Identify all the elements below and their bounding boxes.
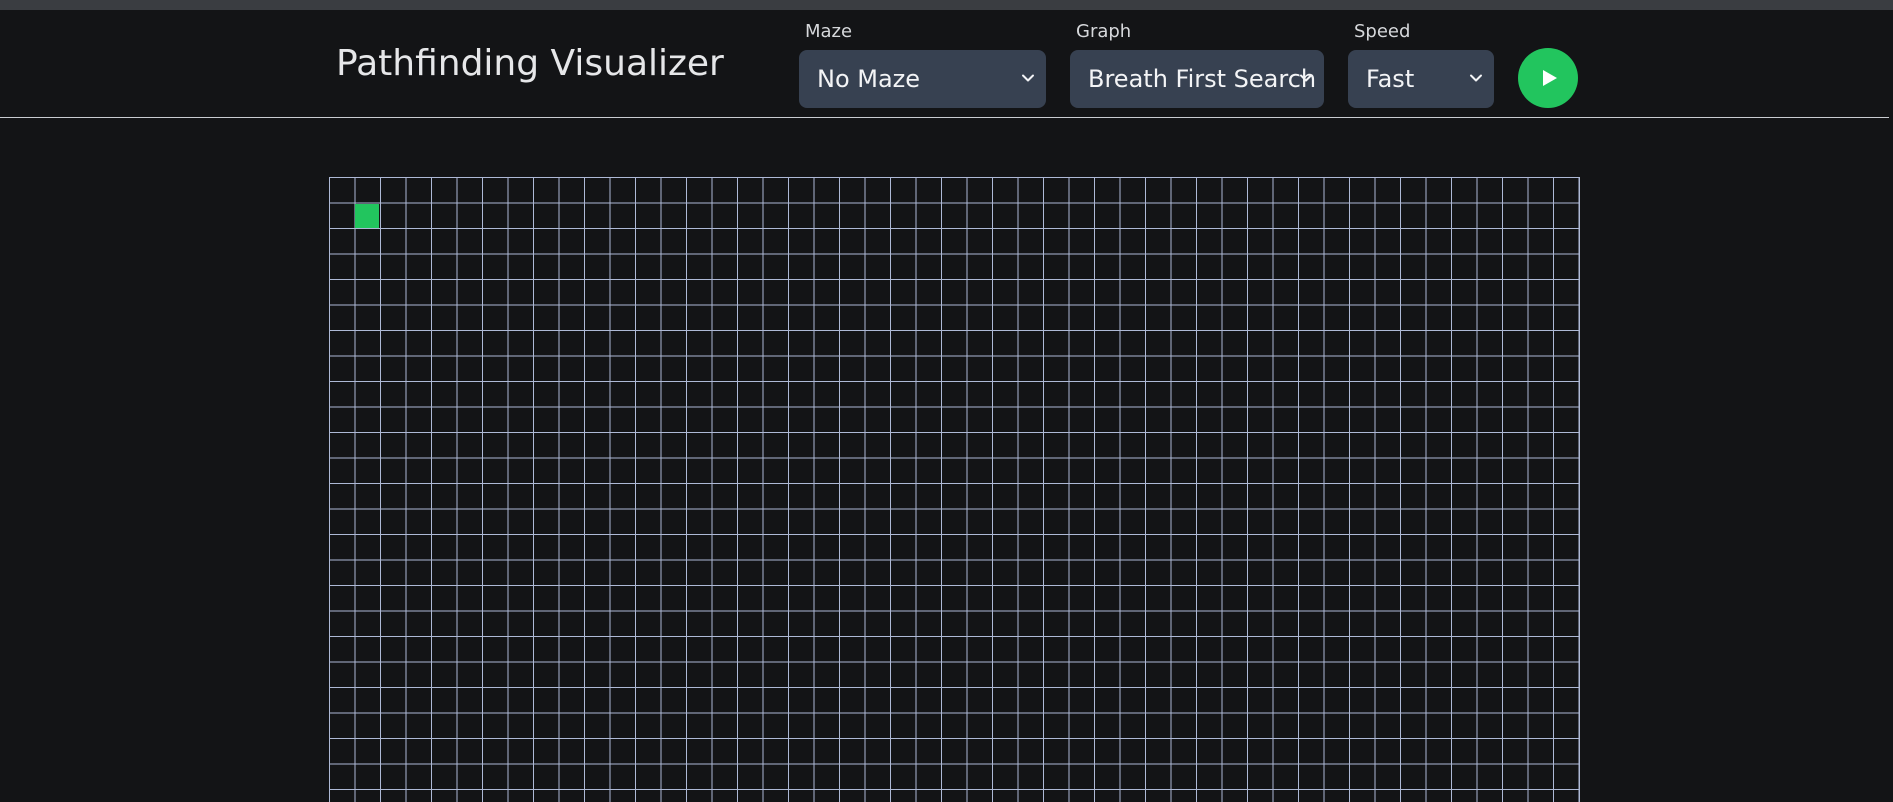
speed-label: Speed <box>1354 21 1411 42</box>
window-top-strip <box>0 0 1893 10</box>
speed-select[interactable]: Fast <box>1348 50 1494 108</box>
navbar: Pathfinding Visualizer Maze No Maze Grap… <box>0 10 1889 118</box>
graph-select-value: Breath First Search <box>1088 65 1317 93</box>
maze-select-value: No Maze <box>817 65 921 93</box>
start-node[interactable] <box>355 204 379 228</box>
chevron-down-icon <box>1470 74 1482 82</box>
graph-select[interactable]: Breath First Search <box>1070 50 1324 108</box>
play-icon <box>1543 70 1557 86</box>
chevron-down-icon <box>1300 74 1312 82</box>
chevron-down-icon <box>1022 74 1034 82</box>
run-button[interactable] <box>1518 48 1578 108</box>
maze-label: Maze <box>805 21 853 42</box>
graph-label: Graph <box>1076 21 1132 42</box>
app-title: Pathfinding Visualizer <box>336 43 724 84</box>
speed-select-value: Fast <box>1366 65 1415 93</box>
app-page: Pathfinding Visualizer Maze No Maze Grap… <box>0 10 1893 802</box>
pathfinding-grid[interactable] <box>329 177 1580 802</box>
maze-select[interactable]: No Maze <box>799 50 1046 108</box>
